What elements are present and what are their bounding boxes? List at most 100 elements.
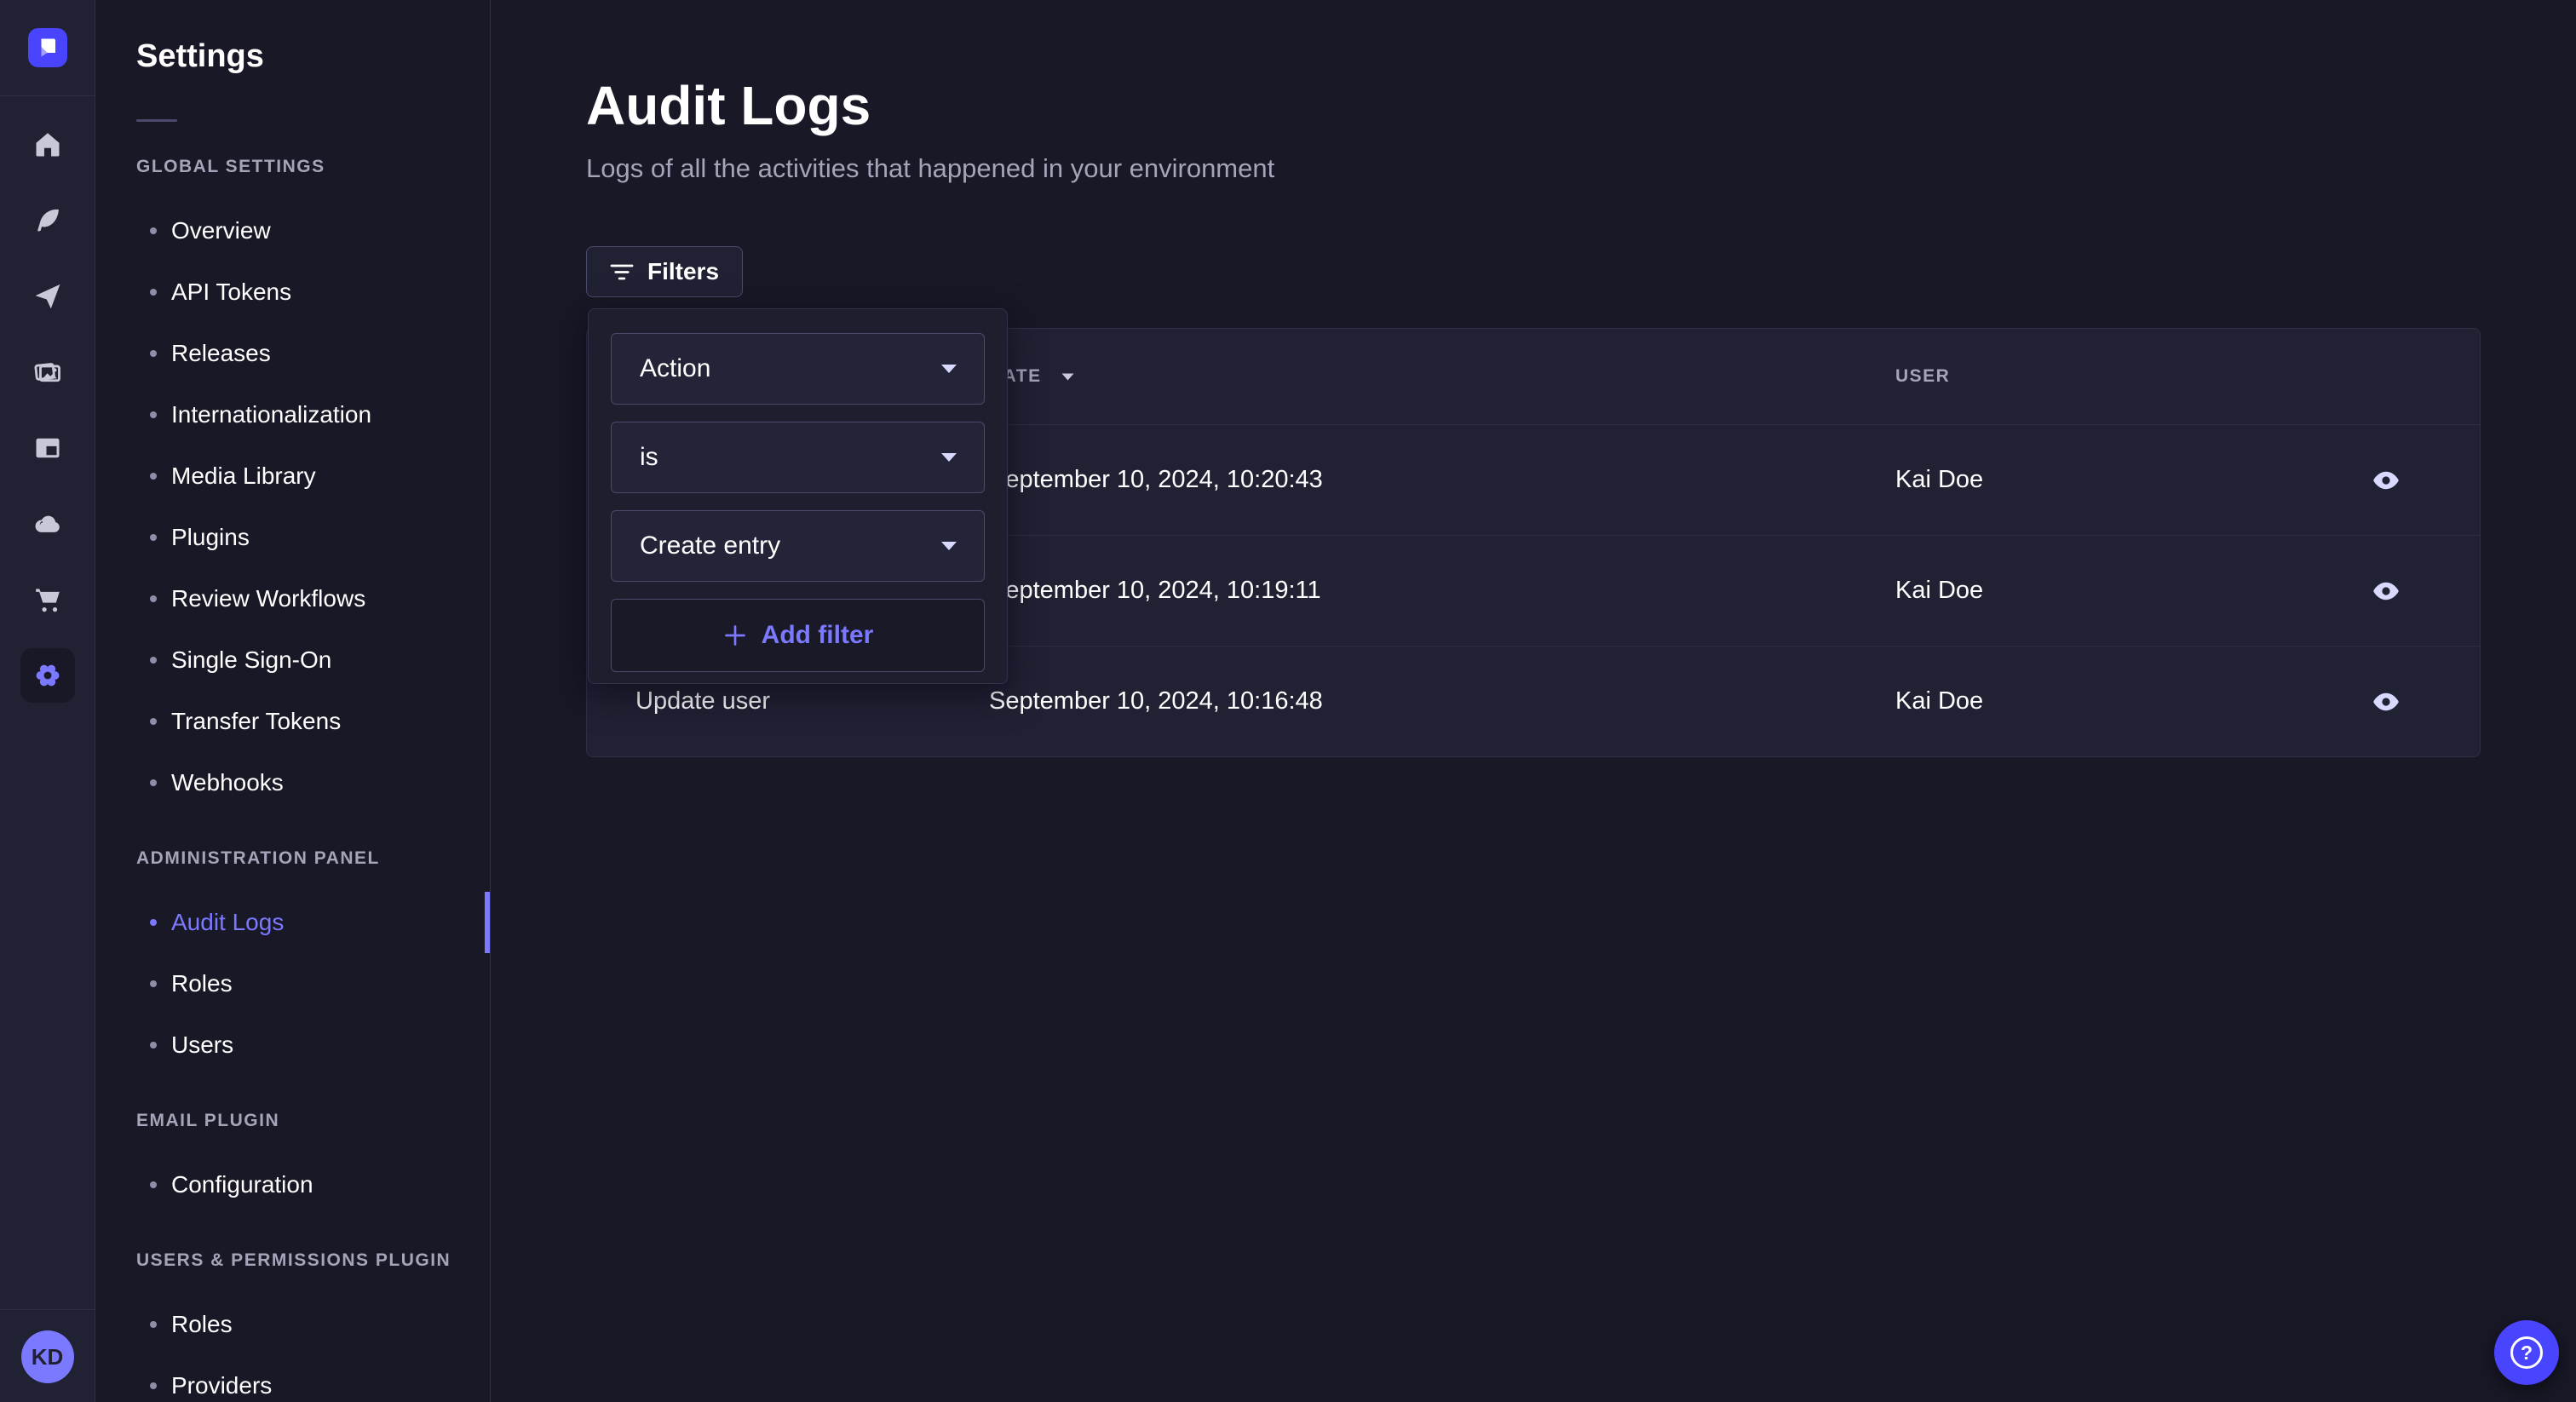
sidebar-item-media-library[interactable]: Media Library — [136, 445, 469, 507]
question-mark-icon: ? — [2510, 1336, 2543, 1369]
rail-footer: KD — [0, 1309, 95, 1402]
sidebar-item-label: Audit Logs — [171, 909, 284, 936]
sidebar-item-api-tokens[interactable]: API Tokens — [136, 261, 469, 323]
sidebar-item-label: Media Library — [171, 463, 316, 490]
home-icon — [32, 129, 63, 160]
sidebar-item-single-sign-on[interactable]: Single Sign-On — [136, 629, 469, 691]
nav-content-manager-button[interactable] — [20, 421, 75, 475]
sidebar-item-up-roles[interactable]: Roles — [136, 1294, 469, 1355]
bullet-dot — [150, 595, 157, 602]
sidebar-item-overview[interactable]: Overview — [136, 200, 469, 261]
cell-action: Update user — [587, 687, 989, 715]
filter-popover: Action is Create entry Add filter — [588, 308, 1008, 684]
sidebar-item-users[interactable]: Users — [136, 1014, 469, 1076]
section-label: USERS & PERMISSIONS PLUGIN — [136, 1250, 469, 1272]
filter-field-select[interactable]: Action — [611, 333, 985, 405]
main-nav-rail: KD — [0, 0, 95, 1402]
avatar[interactable]: KD — [21, 1330, 74, 1383]
filters-area: Filters Action is Create entry Add filte… — [586, 246, 2481, 297]
cloud-icon — [32, 509, 63, 539]
feather-icon — [32, 205, 63, 236]
strapi-logo-icon — [28, 28, 67, 67]
filter-value-select[interactable]: Create entry — [611, 510, 985, 582]
eye-icon — [2372, 471, 2400, 490]
section-administration-panel: ADMINISTRATION PANEL Audit Logs Roles Us… — [136, 848, 469, 1076]
section-email-plugin: EMAIL PLUGIN Configuration — [136, 1110, 469, 1215]
add-filter-button[interactable]: Add filter — [611, 599, 985, 672]
nav-home-button[interactable] — [20, 118, 75, 172]
sidebar-item-webhooks[interactable]: Webhooks — [136, 752, 469, 813]
sidebar-item-audit-logs[interactable]: Audit Logs — [136, 892, 469, 953]
section-global-settings: GLOBAL SETTINGS Overview API Tokens Rele… — [136, 156, 469, 813]
cart-icon — [32, 584, 63, 615]
sidebar-item-providers[interactable]: Providers — [136, 1355, 469, 1402]
bullet-dot — [150, 227, 157, 234]
sidebar-item-label: Roles — [171, 1311, 233, 1338]
plus-icon — [722, 623, 748, 648]
nav-marketplace-button[interactable] — [20, 572, 75, 627]
help-button[interactable]: ? — [2494, 1320, 2559, 1385]
bullet-dot — [150, 534, 157, 541]
bullet-dot — [150, 473, 157, 480]
layout-icon — [32, 433, 63, 463]
sidebar-item-label: Providers — [171, 1372, 272, 1399]
filter-operator-select[interactable]: is — [611, 422, 985, 493]
filters-button-label: Filters — [647, 258, 719, 285]
sidebar-item-plugins[interactable]: Plugins — [136, 507, 469, 568]
gear-icon — [32, 659, 64, 692]
nav-deploy-button[interactable] — [20, 269, 75, 324]
eye-icon — [2372, 692, 2400, 711]
rail-icon-nav — [20, 118, 75, 724]
view-log-button[interactable] — [2362, 681, 2410, 722]
section-label: ADMINISTRATION PANEL — [136, 848, 469, 870]
chevron-down-icon — [940, 540, 958, 552]
filters-button[interactable]: Filters — [586, 246, 743, 297]
sidebar-item-configuration[interactable]: Configuration — [136, 1154, 469, 1215]
section-label: GLOBAL SETTINGS — [136, 156, 469, 178]
sidebar-item-roles[interactable]: Roles — [136, 953, 469, 1014]
sidebar-item-label: Releases — [171, 340, 271, 367]
sidebar-item-label: Review Workflows — [171, 585, 365, 612]
nav-content-builder-button[interactable] — [20, 193, 75, 248]
strapi-logo[interactable] — [28, 28, 67, 67]
nav-cloud-button[interactable] — [20, 497, 75, 551]
settings-subnav: Settings GLOBAL SETTINGS Overview API To… — [95, 0, 491, 1402]
bullet-dot — [150, 657, 157, 664]
section-label: EMAIL PLUGIN — [136, 1110, 469, 1132]
cell-user: Kai Doe — [1895, 687, 2292, 715]
sidebar-item-label: Users — [171, 1031, 233, 1059]
sidebar-item-transfer-tokens[interactable]: Transfer Tokens — [136, 691, 469, 752]
column-header-user: USER — [1895, 366, 2292, 387]
filter-field-value: Action — [640, 354, 710, 383]
cell-user: Kai Doe — [1895, 466, 2292, 494]
filter-icon — [610, 263, 634, 281]
bullet-dot — [150, 980, 157, 987]
cell-date: September 10, 2024, 10:19:11 — [989, 577, 1895, 605]
sidebar-item-label: Plugins — [171, 524, 250, 551]
subnav-title: Settings — [136, 37, 469, 75]
view-log-button[interactable] — [2362, 460, 2410, 501]
bullet-dot — [150, 289, 157, 296]
bullet-dot — [150, 1042, 157, 1049]
nav-settings-button[interactable] — [20, 648, 75, 703]
bullet-dot — [150, 1382, 157, 1389]
sidebar-item-review-workflows[interactable]: Review Workflows — [136, 568, 469, 629]
eye-icon — [2372, 582, 2400, 600]
sidebar-item-label: Internationalization — [171, 401, 371, 428]
bullet-dot — [150, 1321, 157, 1328]
sidebar-item-label: API Tokens — [171, 279, 291, 306]
cell-date: September 10, 2024, 10:16:48 — [989, 687, 1895, 715]
images-icon — [32, 357, 63, 388]
bullet-dot — [150, 779, 157, 786]
title-underline — [136, 119, 177, 122]
sidebar-item-label: Overview — [171, 217, 271, 244]
nav-media-library-button[interactable] — [20, 345, 75, 399]
chevron-down-icon — [940, 363, 958, 375]
sidebar-item-internationalization[interactable]: Internationalization — [136, 384, 469, 445]
paper-plane-icon — [32, 281, 63, 312]
sort-desc-icon — [1061, 372, 1075, 382]
bullet-dot — [150, 411, 157, 418]
view-log-button[interactable] — [2362, 571, 2410, 612]
sidebar-item-label: Single Sign-On — [171, 646, 331, 674]
sidebar-item-releases[interactable]: Releases — [136, 323, 469, 384]
